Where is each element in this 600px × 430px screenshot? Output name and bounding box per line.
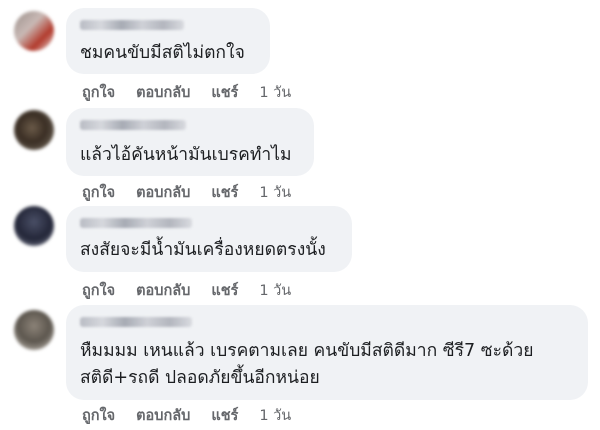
commenter-name-blurred[interactable] <box>80 317 192 327</box>
comment-text-line-2: สติดี+รถดี ปลอดภัยขึ้นอีกหน่อย <box>80 368 320 388</box>
avatar[interactable] <box>14 310 54 350</box>
like-button[interactable]: ถูกใจ <box>82 404 115 427</box>
comment-text-line-1: หืมมมม เหนแล้ว เบรคตามเลย คนขับมีสติดีมา… <box>80 341 534 361</box>
comment-thread: ชมคนขับมีสติไม่ตกใจ ถูกใจ ตอบกลับ แชร์ 1 วั… <box>0 0 600 430</box>
comment-timestamp[interactable]: 1 วัน <box>259 404 291 427</box>
comment-bubble: หืมมมม เหนแล้ว เบรคตามเลย คนขับมีสติดีมา… <box>66 305 588 400</box>
share-button[interactable]: แชร์ <box>211 404 238 427</box>
reply-button[interactable]: ตอบกลับ <box>136 404 190 427</box>
comment-4: หืมมมม เหนแล้ว เบรคตามเลย คนขับมีสติดีมา… <box>0 0 600 430</box>
comment-actions: ถูกใจ ตอบกลับ แชร์ 1 วัน <box>82 404 291 424</box>
